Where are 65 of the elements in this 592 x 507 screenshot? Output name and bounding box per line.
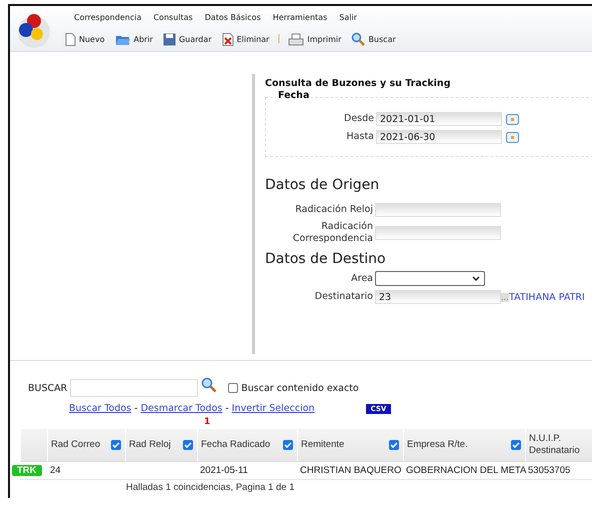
calendar-icon[interactable] <box>506 132 519 142</box>
table-cell-text: CHRISTIAN BAQUERO <box>299 464 402 476</box>
section-heading: Datos de Origen <box>265 177 380 193</box>
form-title: Consulta de Buzones y su Tracking <box>265 78 452 89</box>
recipient-name: TATIHANA PATRI <box>509 292 586 302</box>
action-link[interactable]: Desmarcar Todos <box>140 403 222 414</box>
column-checkbox[interactable] <box>511 440 521 450</box>
link-separator: - <box>134 403 138 414</box>
document-icon <box>65 32 76 46</box>
menu-item[interactable]: Correspondencia <box>68 12 148 22</box>
table-cell-text: 24 <box>49 464 62 476</box>
toolbar-button[interactable]: Nuevo <box>60 32 110 46</box>
printer-icon <box>288 32 304 46</box>
input-field[interactable] <box>375 203 501 217</box>
field-label: Destinatario <box>314 291 374 303</box>
menu-item[interactable]: Consultas <box>147 12 199 22</box>
section-heading: Datos de Destino <box>265 251 387 267</box>
page-number[interactable]: 1 <box>204 417 592 427</box>
fieldset-legend: Fecha <box>276 90 312 101</box>
menu-item[interactable]: Salir <box>333 12 363 22</box>
toolbar-button[interactable]: Imprimir <box>283 32 346 46</box>
search-field[interactable] <box>70 379 198 397</box>
field-label: Area <box>350 272 374 284</box>
search-icon <box>351 32 366 46</box>
column-checkbox[interactable] <box>283 440 293 450</box>
field-label: Radicación Reloj <box>294 204 374 216</box>
menu-item[interactable]: Herramientas <box>266 12 334 22</box>
field-label: Desde <box>343 113 375 125</box>
table-cell-text: GOBERNACION DEL META <box>405 464 525 476</box>
search-label: BUSCAR <box>28 382 68 394</box>
search-icon[interactable] <box>201 377 218 393</box>
date-field[interactable]: 2021-01-01 <box>376 112 502 126</box>
column-header: N.U.I.P. Destinatario <box>529 433 581 457</box>
delete-icon <box>222 32 234 46</box>
table-cell-text: 53053705 <box>527 464 572 476</box>
date-field[interactable]: 2021-06-30 <box>376 130 502 144</box>
menu-item[interactable]: Datos Básicos <box>198 12 267 22</box>
column-header: Rad Reloj <box>129 439 171 451</box>
area-dropdown[interactable] <box>375 271 485 286</box>
column-header: Empresa R/te. <box>407 439 468 451</box>
column-header: Rad Correo <box>51 439 100 451</box>
floppy-icon <box>162 32 176 46</box>
action-link[interactable]: Buscar Todos <box>69 403 132 414</box>
column-header: Remitente <box>301 439 344 451</box>
checkbox-label: Buscar contenido exacto <box>241 382 359 394</box>
checkbox[interactable] <box>228 383 238 393</box>
toolbar-button[interactable]: Buscar <box>346 32 401 46</box>
table-cell-text: 2021-05-11 <box>199 464 249 476</box>
column-header: Fecha Radicado <box>201 439 270 451</box>
link-separator: - <box>225 403 229 414</box>
calendar-icon[interactable] <box>506 114 519 124</box>
input-field[interactable] <box>375 226 501 240</box>
toolbar-button[interactable]: Guardar <box>158 32 217 46</box>
action-link[interactable]: Invertir Seleccion <box>232 403 315 414</box>
results-summary: Halladas 1 coincidencias, Pagina 1 de 1 <box>126 482 296 493</box>
column-checkbox[interactable] <box>389 440 399 450</box>
toolbar-separator: | <box>276 34 282 44</box>
toolbar-button[interactable]: Abrir <box>110 32 158 46</box>
field-label: Hasta <box>346 131 375 143</box>
column-checkbox[interactable] <box>183 440 193 450</box>
toolbar-button[interactable]: Eliminar <box>216 32 274 46</box>
chevron-down-icon <box>472 276 480 281</box>
column-checkbox[interactable] <box>111 440 121 450</box>
input-field[interactable]: 23 <box>375 290 501 304</box>
field-label: Radicación Correspondencia <box>292 221 374 245</box>
